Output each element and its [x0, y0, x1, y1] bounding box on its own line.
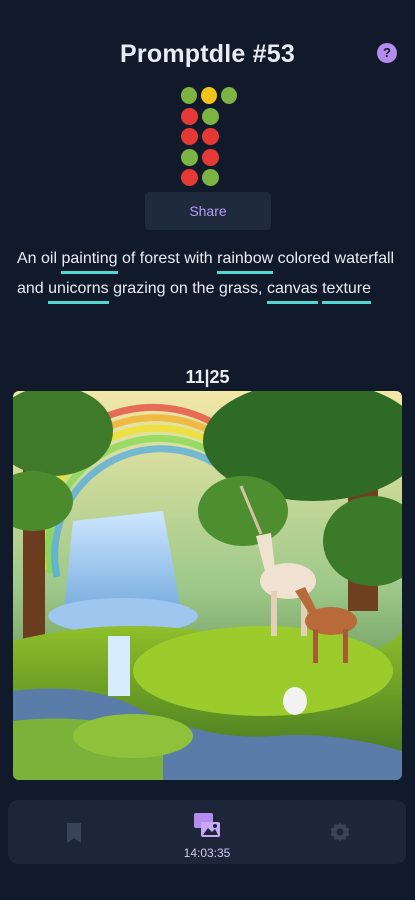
prompt-word: An oil — [17, 250, 62, 267]
guess-row — [181, 87, 237, 104]
guess-results-grid — [181, 87, 237, 190]
result-dot-red — [202, 148, 219, 166]
generated-image — [13, 391, 402, 780]
prompt-keyword: unicorns — [48, 278, 109, 304]
guess-row — [181, 128, 237, 145]
result-dot-green — [181, 87, 197, 104]
prompt-keyword: texture — [322, 278, 372, 304]
prompt-word: of forest with — [117, 250, 218, 267]
result-dot-yellow — [201, 87, 217, 104]
bookmark-icon — [67, 823, 81, 843]
prompt-text: An oil painting of forest with rainbow c… — [17, 244, 402, 304]
result-dot-red — [181, 107, 198, 125]
tab-image-prompt[interactable]: 14:03:35 — [141, 800, 273, 864]
result-dot-green — [202, 107, 219, 125]
prompt-keyword: painting — [61, 248, 118, 274]
help-button[interactable]: ? — [377, 43, 397, 63]
result-dot-green — [221, 87, 237, 104]
bottom-tab-bar: 14:03:35 — [8, 800, 406, 864]
page-title: Promptdle #53 — [120, 40, 295, 68]
prompt-word: grazing on the grass, — [108, 280, 267, 297]
result-dot-red — [202, 128, 219, 145]
result-dot-red — [181, 169, 198, 186]
result-dot-green — [181, 148, 198, 166]
guess-row — [181, 107, 237, 125]
guess-row — [181, 148, 237, 166]
countdown-timer: 14:03:35 — [183, 846, 231, 860]
painting-illustration — [13, 391, 402, 780]
result-dot-red — [181, 128, 198, 145]
result-dot-green — [202, 169, 219, 186]
prompt-keyword: canvas — [266, 278, 318, 304]
gear-icon — [330, 822, 350, 842]
image-chat-icon — [194, 813, 220, 837]
prompt-keyword: rainbow — [217, 248, 274, 274]
guess-row — [181, 169, 237, 186]
tab-settings[interactable] — [274, 800, 406, 864]
tab-bookmark[interactable] — [8, 800, 140, 864]
score-counter: 11|25 — [185, 367, 230, 387]
share-button[interactable]: Share — [145, 192, 271, 230]
